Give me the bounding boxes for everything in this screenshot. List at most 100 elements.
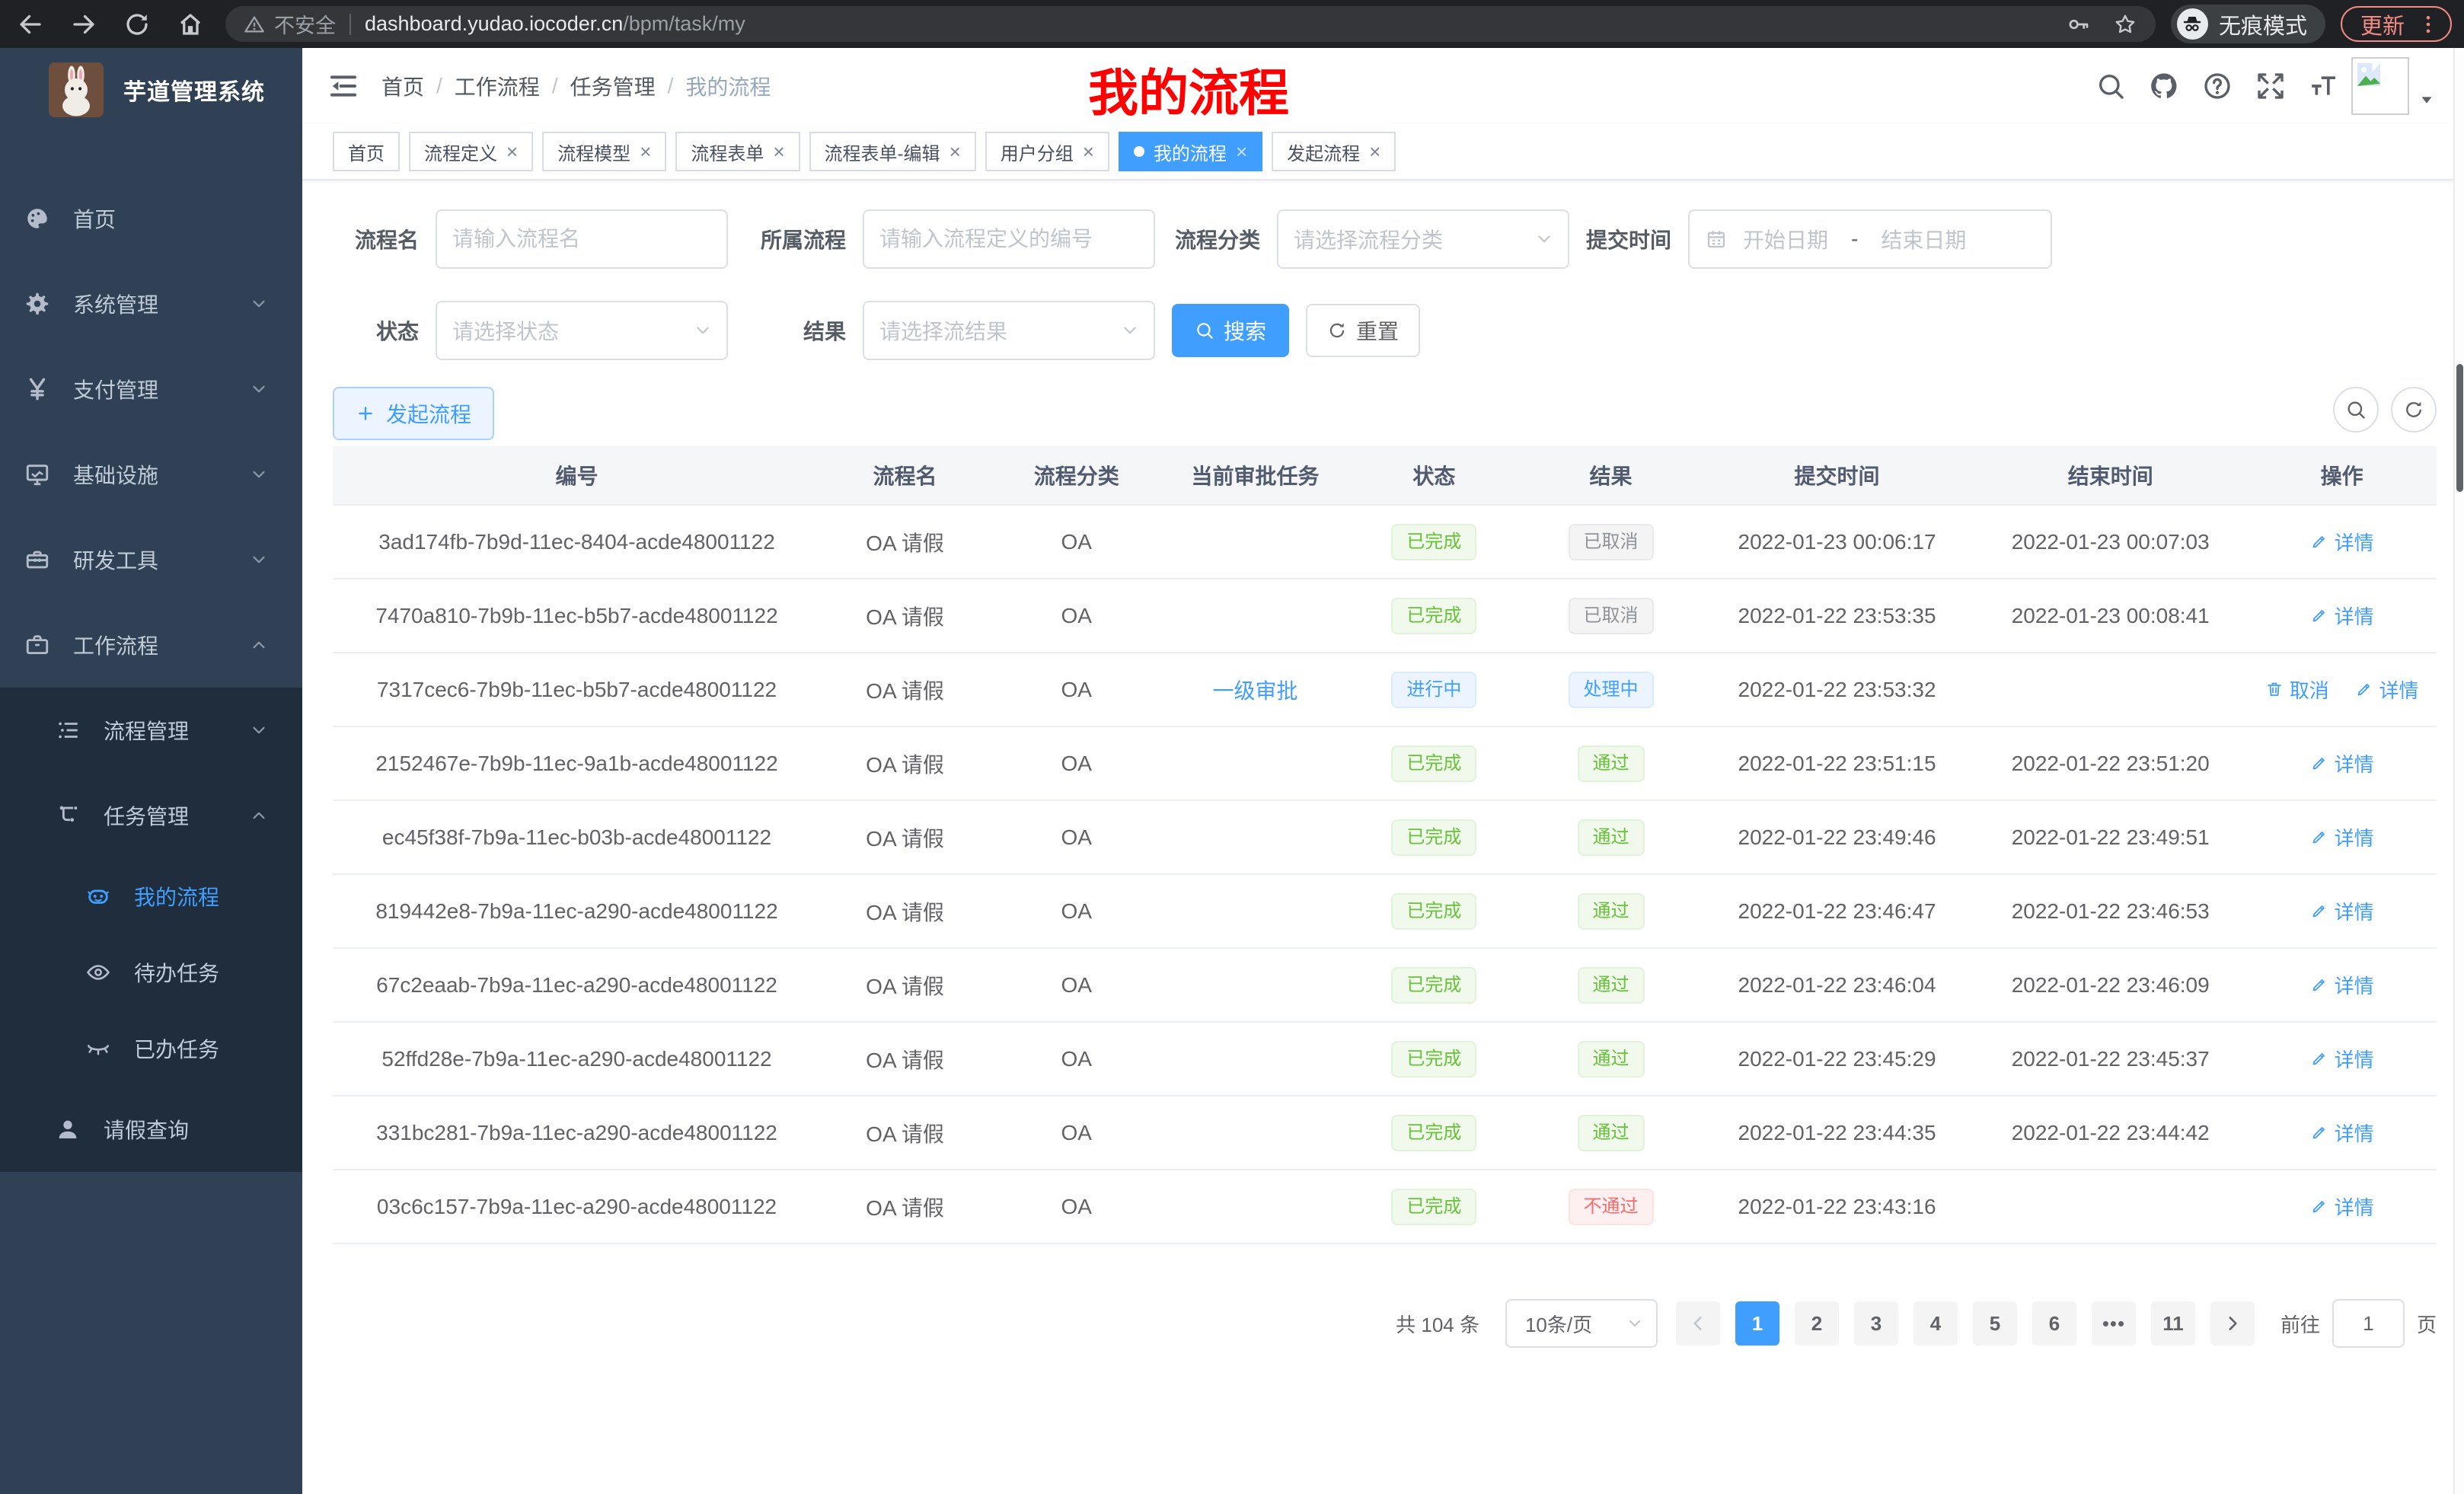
tab-close-icon[interactable]: ×: [640, 142, 651, 161]
page-button[interactable]: 1: [1735, 1301, 1779, 1346]
page-button[interactable]: 3: [1854, 1301, 1898, 1346]
tab[interactable]: 我的流程 ×: [1119, 132, 1262, 171]
detail-link[interactable]: 详情: [2310, 528, 2374, 556]
tab[interactable]: 用户分组 ×: [985, 132, 1109, 171]
tab-close-icon[interactable]: ×: [1083, 142, 1094, 161]
tab[interactable]: 流程表单-编辑 ×: [809, 132, 976, 171]
hamburger-icon[interactable]: [328, 71, 359, 101]
back-icon[interactable]: [17, 11, 44, 38]
page-button[interactable]: 5: [1973, 1301, 2017, 1346]
page-button[interactable]: •••: [2092, 1301, 2136, 1346]
tab[interactable]: 发起流程 ×: [1272, 132, 1396, 171]
chevron-down-icon: [249, 294, 269, 314]
tab-close-icon[interactable]: ×: [773, 142, 784, 161]
current-task-link[interactable]: 一级审批: [1213, 679, 1298, 703]
sidebar-menu-item[interactable]: 首页: [0, 176, 302, 261]
sidebar-submenu-item[interactable]: 已办任务: [0, 1010, 302, 1087]
detail-link[interactable]: 详情: [2310, 1045, 2374, 1073]
page-button[interactable]: 2: [1795, 1301, 1839, 1346]
navbar-action[interactable]: [2202, 71, 2233, 101]
detail-link[interactable]: 详情: [2310, 897, 2374, 925]
reload-icon[interactable]: [123, 11, 151, 38]
tab[interactable]: 流程模型 ×: [542, 132, 666, 171]
cell-end-time: 2022-01-22 23:44:42: [1974, 1096, 2247, 1170]
date-range-picker[interactable]: 开始日期 - 结束日期: [1688, 209, 2052, 269]
sidebar-submenu-item[interactable]: 待办任务: [0, 934, 302, 1010]
sidebar-submenu-item[interactable]: 任务管理: [0, 773, 302, 858]
page-button[interactable]: 4: [1913, 1301, 1958, 1346]
navbar-action[interactable]: [2095, 71, 2126, 101]
cell-id: 3ad174fb-7b9d-11ec-8404-acde48001122: [333, 505, 821, 579]
tab-close-icon[interactable]: ×: [506, 142, 518, 161]
search-button[interactable]: 搜索: [1172, 304, 1289, 357]
process-definition-input[interactable]: [863, 209, 1155, 269]
tab[interactable]: 流程定义 ×: [409, 132, 533, 171]
page-size-select[interactable]: 10条/页: [1505, 1299, 1658, 1348]
key-icon[interactable]: [2066, 12, 2090, 37]
sidebar-menu-item[interactable]: 工作流程: [0, 602, 302, 688]
detail-link[interactable]: 详情: [2355, 675, 2419, 704]
date-start-placeholder[interactable]: 开始日期: [1743, 224, 1828, 254]
table-row: 52ffd28e-7b9a-11ec-a290-acde48001122 OA …: [333, 1022, 2437, 1096]
page-url: dashboard.yudao.iocoder.cn/bpm/task/my: [365, 12, 745, 36]
browser-menu-icon[interactable]: [2417, 13, 2440, 36]
navbar-action[interactable]: [2309, 71, 2339, 101]
scrollbar-track[interactable]: [2453, 48, 2464, 1494]
page-button[interactable]: 11: [2151, 1301, 2195, 1346]
browser-update-button[interactable]: 更新: [2341, 6, 2452, 42]
page-button[interactable]: 6: [2032, 1301, 2076, 1346]
briefcase-icon: [24, 632, 50, 658]
sidebar-submenu-item[interactable]: 请假查询: [0, 1087, 302, 1172]
tab[interactable]: 流程表单 ×: [675, 132, 800, 171]
detail-link[interactable]: 详情: [2310, 1119, 2374, 1147]
sidebar-submenu-item[interactable]: 我的流程: [0, 858, 302, 934]
navbar-action[interactable]: [2255, 71, 2286, 101]
caret-down-icon[interactable]: [2418, 91, 2435, 108]
avatar[interactable]: [2351, 57, 2409, 115]
sidebar-submenu-item[interactable]: 流程管理: [0, 688, 302, 773]
breadcrumb-item[interactable]: 工作流程: [455, 71, 540, 101]
breadcrumb-item[interactable]: 任务管理: [570, 71, 656, 101]
detail-link[interactable]: 详情: [2310, 602, 2374, 630]
goto-page-input[interactable]: [2332, 1299, 2405, 1348]
start-process-button[interactable]: 发起流程: [333, 387, 494, 440]
star-icon[interactable]: [2113, 12, 2137, 37]
result-tag: 通过: [1578, 1041, 1645, 1077]
refresh-table-button[interactable]: [2391, 387, 2437, 433]
detail-link[interactable]: 详情: [2310, 823, 2374, 851]
result-select[interactable]: 请选择流结果: [863, 301, 1155, 360]
cell-category: OA: [989, 1096, 1163, 1170]
status-select[interactable]: 请选择状态: [436, 301, 728, 360]
next-page-button[interactable]: [2210, 1301, 2255, 1346]
delete-icon: [2265, 680, 2284, 698]
prev-page-button[interactable]: [1676, 1301, 1720, 1346]
process-category-select[interactable]: 请选择流程分类: [1277, 209, 1569, 269]
tab-close-icon[interactable]: ×: [1236, 142, 1247, 161]
date-end-placeholder[interactable]: 结束日期: [1881, 224, 1966, 254]
detail-link[interactable]: 详情: [2310, 1192, 2374, 1221]
navbar-action[interactable]: [2149, 71, 2179, 101]
toggle-search-button[interactable]: [2333, 387, 2379, 433]
sidebar-menu-item[interactable]: 研发工具: [0, 517, 302, 602]
forward-icon[interactable]: [70, 11, 97, 38]
scrollbar-thumb[interactable]: [2456, 364, 2463, 492]
detail-link[interactable]: 详情: [2310, 749, 2374, 777]
app-logo-row[interactable]: 芋道管理系统: [0, 48, 302, 132]
sidebar-menu-item[interactable]: 支付管理: [0, 346, 302, 432]
security-indicator[interactable]: 不安全: [244, 9, 336, 39]
detail-link[interactable]: 详情: [2310, 971, 2374, 999]
address-bar[interactable]: 不安全 dashboard.yudao.iocoder.cn/bpm/task/…: [225, 6, 2156, 42]
chevron-down-icon: [1120, 321, 1140, 340]
sidebar-menu-item[interactable]: 系统管理: [0, 261, 302, 346]
tab[interactable]: 首页: [333, 132, 400, 171]
breadcrumb-item[interactable]: 首页: [381, 71, 424, 101]
process-name-input[interactable]: [436, 209, 728, 269]
sidebar-menu-item[interactable]: 基础设施: [0, 432, 302, 517]
tab-close-icon[interactable]: ×: [1369, 142, 1380, 161]
status-label: 状态: [333, 315, 419, 346]
breadcrumb-item[interactable]: 我的流程: [685, 71, 771, 101]
tab-close-icon[interactable]: ×: [950, 142, 961, 161]
home-icon[interactable]: [177, 11, 204, 38]
reset-button[interactable]: 重置: [1306, 304, 1420, 357]
cancel-link[interactable]: 取消: [2265, 675, 2329, 704]
